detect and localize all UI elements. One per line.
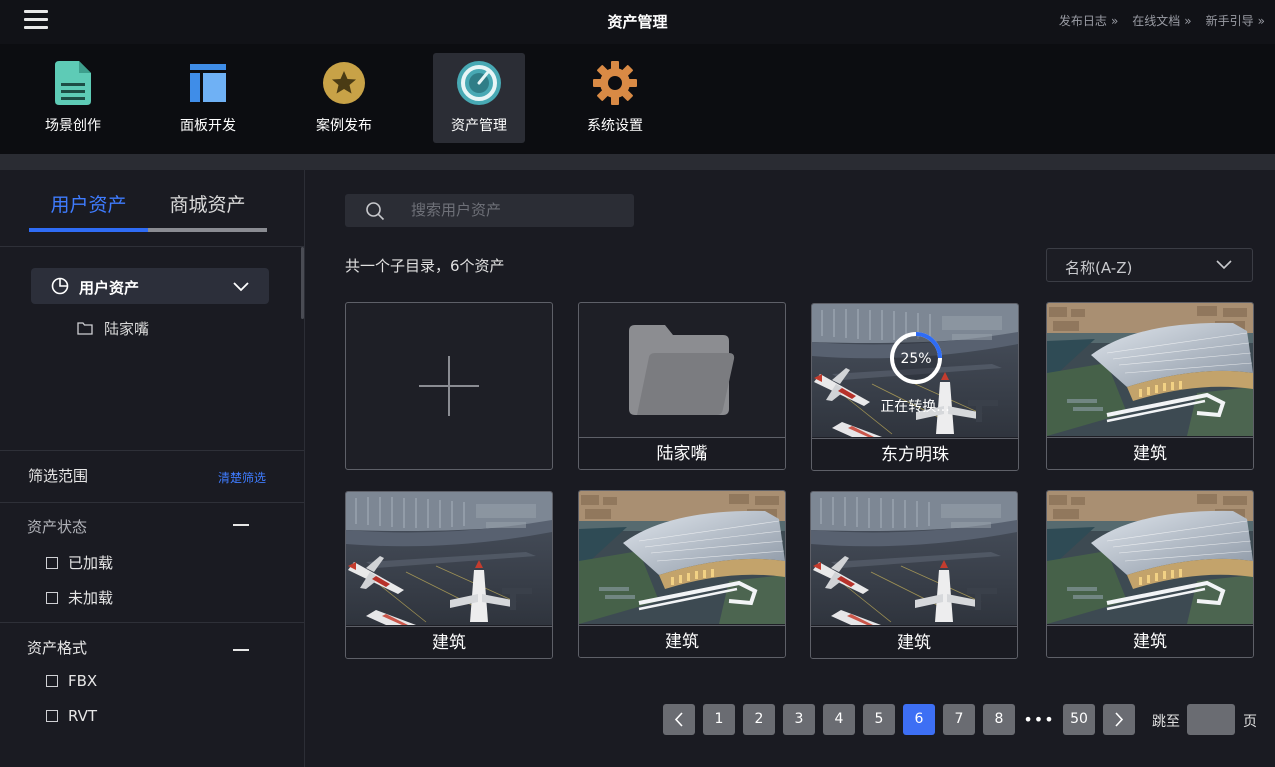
card-name: 陆家嘴 — [579, 437, 785, 469]
jump-unit: 页 — [1243, 714, 1257, 730]
toolbar-separator — [0, 154, 1275, 170]
card-name: 东方明珠 — [812, 438, 1018, 470]
double-chevron-right-icon: » — [1257, 14, 1265, 28]
beginner-guide-link[interactable]: 新手引导» — [1206, 12, 1265, 29]
checkbox-loaded[interactable]: 已加载 — [46, 552, 113, 573]
page-button[interactable]: 7 — [943, 704, 975, 735]
asset-thumbnail — [811, 492, 1017, 625]
release-notes-link[interactable]: 发布日志» — [1059, 12, 1118, 29]
page-button[interactable]: 1 — [703, 704, 735, 735]
document-icon — [27, 59, 119, 107]
search-input[interactable] — [411, 200, 621, 220]
asset-tabs: 用户资产 商城资产 — [29, 190, 267, 234]
online-docs-link[interactable]: 在线文档» — [1132, 12, 1191, 29]
add-asset-card[interactable] — [345, 302, 553, 470]
jump-label: 跳至 — [1152, 714, 1180, 730]
gear-icon — [569, 59, 661, 107]
converting-status: 正在转换... — [880, 399, 950, 415]
next-page-button[interactable] — [1103, 704, 1135, 735]
search-box[interactable] — [345, 194, 634, 227]
divider — [0, 622, 304, 623]
filter-group-format-title: 资产格式 — [27, 639, 88, 657]
page-button[interactable]: 50 — [1063, 704, 1095, 735]
double-chevron-right-icon: » — [1110, 14, 1119, 28]
plus-icon — [419, 356, 479, 416]
tool-asset-management[interactable]: 资产管理 — [433, 53, 525, 143]
tree-scrollbar[interactable] — [301, 247, 304, 319]
checkbox-rvt[interactable]: RVT — [46, 707, 97, 725]
card-name: 建筑 — [346, 626, 552, 658]
filter-group-status-title: 资产状态 — [27, 518, 88, 536]
tool-panel-dev[interactable]: 面板开发 — [162, 53, 254, 143]
title-bar: 资产管理 发布日志» 在线文档» 新手引导» — [0, 0, 1275, 44]
add-thumb — [346, 303, 552, 469]
chevron-down-icon — [1216, 260, 1232, 270]
jump-page-input[interactable] — [1187, 704, 1235, 735]
tab-user-assets[interactable]: 用户资产 — [29, 190, 148, 217]
card-name: 建筑 — [1047, 437, 1253, 469]
tree-root-user-assets[interactable]: 用户资产 — [31, 268, 269, 304]
search-icon — [366, 202, 385, 221]
chevron-right-icon — [1115, 712, 1124, 727]
tool-scene-creation[interactable]: 场景创作 — [27, 53, 119, 143]
prev-page-button[interactable] — [663, 704, 695, 735]
folder-icon — [629, 325, 735, 415]
asset-thumbnail — [346, 492, 552, 625]
tool-system-settings[interactable]: 系统设置 — [569, 53, 661, 143]
clear-filter-link[interactable]: 清楚筛选 — [218, 469, 266, 486]
folder-icon — [77, 322, 93, 335]
checkbox-box[interactable] — [46, 556, 58, 569]
page-button[interactable]: 5 — [863, 704, 895, 735]
tab-active-indicator — [29, 228, 148, 232]
asset-card-converting[interactable]: 25% 正在转换... 东方明珠 — [811, 303, 1019, 471]
tab-store-assets[interactable]: 商城资产 — [148, 190, 267, 217]
top-links: 发布日志» 在线文档» 新手引导» — [1059, 12, 1265, 29]
tool-case-publish[interactable]: 案例发布 — [298, 53, 390, 143]
page-button[interactable]: 8 — [983, 704, 1015, 735]
asset-card[interactable]: 建筑 — [1046, 302, 1254, 470]
asset-summary: 共一个子目录，6个资产 — [345, 257, 505, 275]
checkbox-fbx[interactable]: FBX — [46, 672, 97, 690]
progress-percent: 25% — [900, 351, 932, 367]
module-toolbar: 场景创作 面板开发 案例发布 资产管理 系统设置 — [0, 44, 1275, 154]
chevron-down-icon[interactable] — [233, 278, 249, 294]
panel-layout-icon — [162, 59, 254, 107]
sidebar: 用户资产 商城资产 用户资产 陆家嘴 筛选范围 清楚筛选 资产状态 已加载 未加… — [0, 170, 305, 767]
asset-card[interactable]: 建筑 — [345, 491, 553, 659]
folder-card[interactable]: 陆家嘴 — [578, 302, 786, 470]
page-button[interactable]: 2 — [743, 704, 775, 735]
checkbox-box[interactable] — [46, 591, 58, 604]
asset-card[interactable]: 建筑 — [578, 490, 786, 658]
double-chevron-right-icon: » — [1184, 14, 1192, 28]
divider — [0, 502, 304, 503]
asset-thumbnail — [579, 491, 785, 624]
card-name: 建筑 — [811, 626, 1017, 658]
asset-card[interactable]: 建筑 — [1046, 490, 1254, 658]
page-button-current[interactable]: 6 — [903, 704, 935, 735]
star-badge-icon — [298, 59, 390, 107]
folder-thumb — [579, 303, 785, 436]
asset-thumbnail — [1047, 491, 1253, 624]
card-name: 建筑 — [1047, 625, 1253, 657]
checkbox-unloaded[interactable]: 未加载 — [46, 587, 113, 608]
checkbox-box[interactable] — [46, 710, 58, 722]
page-ellipsis[interactable]: ••• — [1023, 704, 1055, 735]
page-button[interactable]: 3 — [783, 704, 815, 735]
gauge-icon — [433, 59, 525, 107]
sort-dropdown[interactable]: 名称(A-Z) — [1046, 248, 1253, 282]
filter-title: 筛选范围 — [28, 467, 89, 485]
asset-thumbnail — [1047, 303, 1253, 436]
collapse-minus-icon[interactable] — [233, 649, 249, 651]
collapse-minus-icon[interactable] — [233, 524, 249, 526]
tree-item-lujiazui[interactable]: 陆家嘴 — [77, 318, 149, 338]
chevron-left-icon — [674, 712, 683, 727]
pie-chart-icon — [51, 277, 69, 295]
page-button[interactable]: 4 — [823, 704, 855, 735]
card-name: 建筑 — [579, 625, 785, 657]
checkbox-box[interactable] — [46, 675, 58, 687]
divider — [0, 246, 304, 247]
asset-card[interactable]: 建筑 — [810, 491, 1018, 659]
divider — [0, 450, 304, 451]
